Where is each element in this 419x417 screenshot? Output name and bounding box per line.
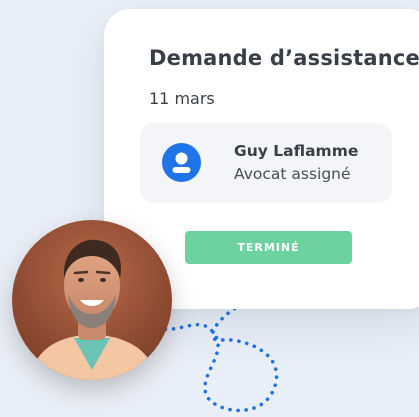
person-photo xyxy=(12,220,172,380)
user-icon xyxy=(162,143,201,182)
card-title: Demande d’assistance xyxy=(149,46,419,70)
assignee-role: Avocat assigné xyxy=(234,165,351,183)
scene: Demande d’assistance 11 mars Guy Laflamm… xyxy=(0,0,419,417)
assignee-name: Guy Laflamme xyxy=(234,142,359,160)
assignee-panel: Guy Laflamme Avocat assigné xyxy=(140,123,392,203)
request-date: 11 mars xyxy=(149,89,215,108)
status-done-button[interactable]: TERMINÉ xyxy=(185,231,352,264)
